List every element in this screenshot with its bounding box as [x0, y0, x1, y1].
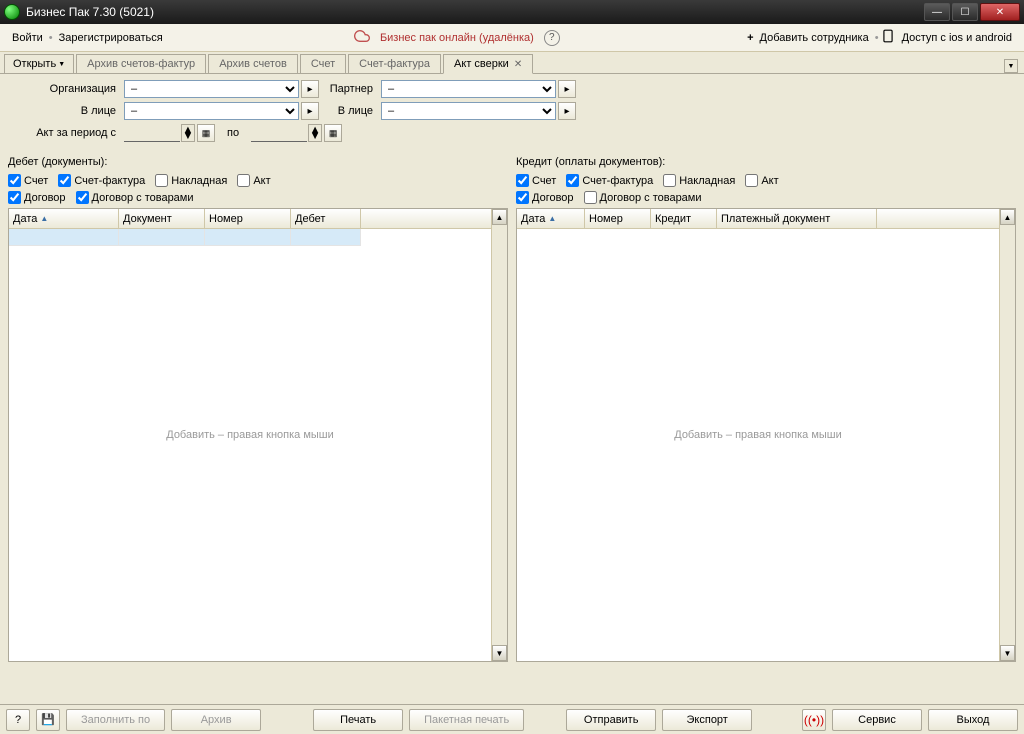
- tabs-menu-button[interactable]: ▼: [1004, 59, 1018, 73]
- grids-area: Дата▲ Документ Номер Дебет Добавить – пр…: [0, 208, 1024, 668]
- fill-by-button[interactable]: Заполнить по: [66, 709, 165, 731]
- save-icon: 💾: [41, 713, 55, 726]
- help-icon[interactable]: ?: [544, 30, 560, 46]
- app-icon: [4, 4, 20, 20]
- chevron-down-icon: ▼: [58, 61, 65, 68]
- person2-combo[interactable]: –: [381, 102, 556, 120]
- tab-invoice[interactable]: Счет: [300, 54, 346, 73]
- open-button[interactable]: Открыть ▼: [4, 54, 74, 73]
- period-label: Акт за период с: [8, 127, 116, 139]
- credit-grid: Дата▲ Номер Кредит Платежный документ До…: [516, 208, 1016, 662]
- online-link[interactable]: Бизнес пак онлайн (удалёнка): [380, 32, 534, 44]
- phone-icon: [881, 29, 895, 46]
- sort-asc-icon: ▲: [40, 214, 48, 223]
- org-combo[interactable]: –: [124, 80, 299, 98]
- debit-chk-contract-goods[interactable]: Договор с товарами: [76, 191, 194, 204]
- org-go-button[interactable]: ▸: [301, 80, 319, 98]
- credit-title: Кредит (оплаты документов):: [516, 156, 1016, 168]
- sort-asc-icon: ▲: [548, 214, 556, 223]
- credit-col-num[interactable]: Номер: [585, 209, 651, 228]
- person1-label: В лице: [8, 105, 116, 117]
- tab-archive-factur[interactable]: Архив счетов-фактур: [76, 54, 206, 73]
- partner-go-button[interactable]: ▸: [558, 80, 576, 98]
- table-row[interactable]: [9, 229, 491, 246]
- credit-col-date[interactable]: Дата▲: [517, 209, 585, 228]
- partner-combo[interactable]: –: [381, 80, 556, 98]
- debit-placeholder: Добавить – правая кнопка мыши: [166, 429, 334, 441]
- credit-chk-contract-goods[interactable]: Договор с товарами: [584, 191, 702, 204]
- debit-col-date[interactable]: Дата▲: [9, 209, 119, 228]
- debit-title: Дебет (документы):: [8, 156, 508, 168]
- org-label: Организация: [8, 83, 116, 95]
- person1-go-button[interactable]: ▸: [301, 102, 319, 120]
- debit-chk-waybill[interactable]: Накладная: [155, 174, 227, 187]
- credit-placeholder: Добавить – правая кнопка мыши: [674, 429, 842, 441]
- tab-factura[interactable]: Счет-фактура: [348, 54, 441, 73]
- credit-chk-factura[interactable]: Счет-фактура: [566, 174, 653, 187]
- credit-chk-waybill[interactable]: Накладная: [663, 174, 735, 187]
- credit-col-credit[interactable]: Кредит: [651, 209, 717, 228]
- date-to-input[interactable]: [251, 124, 307, 142]
- scroll-down-icon[interactable]: ▼: [1000, 645, 1015, 661]
- debit-col-debit[interactable]: Дебет: [291, 209, 361, 228]
- date-from-spin[interactable]: ▲▼: [181, 124, 195, 142]
- bottom-toolbar: ? 💾 Заполнить по Архив Печать Пакетная п…: [0, 704, 1024, 734]
- partner-label: Партнер: [327, 83, 373, 95]
- window-titlebar: Бизнес Пак 7.30 (5021) — ☐ ✕: [0, 0, 1024, 24]
- credit-scrollbar[interactable]: ▲ ▼: [999, 209, 1015, 661]
- send-button[interactable]: Отправить: [566, 709, 656, 731]
- service-button[interactable]: Сервис: [832, 709, 922, 731]
- login-link[interactable]: Войти: [12, 32, 43, 44]
- credit-chk-contract[interactable]: Договор: [516, 191, 574, 204]
- credit-col-paydoc[interactable]: Платежный документ: [717, 209, 877, 228]
- person2-go-button[interactable]: ▸: [558, 102, 576, 120]
- broadcast-button[interactable]: ((•)): [802, 709, 826, 731]
- add-employee-link[interactable]: Добавить сотрудника: [760, 32, 869, 44]
- date-to-spin[interactable]: ▲▼: [308, 124, 322, 142]
- date-to-calendar[interactable]: ▦: [324, 124, 342, 142]
- debit-chk-factura[interactable]: Счет-фактура: [58, 174, 145, 187]
- maximize-button[interactable]: ☐: [952, 3, 978, 21]
- date-from-calendar[interactable]: ▦: [197, 124, 215, 142]
- links-bar: Войти • Зарегистрироваться Бизнес пак он…: [0, 24, 1024, 52]
- debit-grid: Дата▲ Документ Номер Дебет Добавить – пр…: [8, 208, 508, 662]
- register-link[interactable]: Зарегистрироваться: [59, 32, 163, 44]
- minimize-button[interactable]: —: [924, 3, 950, 21]
- credit-chk-act[interactable]: Акт: [745, 174, 778, 187]
- form-area: Организация – ▸ Партнер – ▸ В лице – ▸ В…: [0, 74, 1024, 150]
- tab-act-sverki[interactable]: Акт сверки ✕: [443, 54, 533, 74]
- archive-button[interactable]: Архив: [171, 709, 261, 731]
- person2-label: В лице: [327, 105, 373, 117]
- plus-icon: +: [747, 32, 753, 44]
- tabs-bar: Открыть ▼ Архив счетов-фактур Архив счет…: [0, 52, 1024, 74]
- export-button[interactable]: Экспорт: [662, 709, 752, 731]
- documents-area: Дебет (документы): Счет Счет-фактура Нак…: [0, 150, 1024, 208]
- date-to-label: по: [227, 127, 239, 139]
- window-title: Бизнес Пак 7.30 (5021): [26, 5, 924, 19]
- broadcast-icon: ((•)): [804, 713, 824, 727]
- debit-chk-invoice[interactable]: Счет: [8, 174, 48, 187]
- help-button[interactable]: ?: [6, 709, 30, 731]
- close-button[interactable]: ✕: [980, 3, 1020, 21]
- batch-print-button[interactable]: Пакетная печать: [409, 709, 524, 731]
- cloud-icon: [354, 28, 370, 47]
- debit-scrollbar[interactable]: ▲ ▼: [491, 209, 507, 661]
- exit-button[interactable]: Выход: [928, 709, 1018, 731]
- debit-col-doc[interactable]: Документ: [119, 209, 205, 228]
- save-button[interactable]: 💾: [36, 709, 60, 731]
- scroll-up-icon[interactable]: ▲: [1000, 209, 1015, 225]
- tab-archive-invoices[interactable]: Архив счетов: [208, 54, 298, 73]
- debit-chk-act[interactable]: Акт: [237, 174, 270, 187]
- debit-col-num[interactable]: Номер: [205, 209, 291, 228]
- person1-combo[interactable]: –: [124, 102, 299, 120]
- print-button[interactable]: Печать: [313, 709, 403, 731]
- credit-chk-invoice[interactable]: Счет: [516, 174, 556, 187]
- debit-chk-contract[interactable]: Договор: [8, 191, 66, 204]
- tab-close-icon[interactable]: ✕: [514, 59, 522, 70]
- mobile-access-link[interactable]: Доступ с ios и android: [902, 32, 1012, 44]
- scroll-down-icon[interactable]: ▼: [492, 645, 507, 661]
- scroll-up-icon[interactable]: ▲: [492, 209, 507, 225]
- date-from-input[interactable]: [124, 124, 180, 142]
